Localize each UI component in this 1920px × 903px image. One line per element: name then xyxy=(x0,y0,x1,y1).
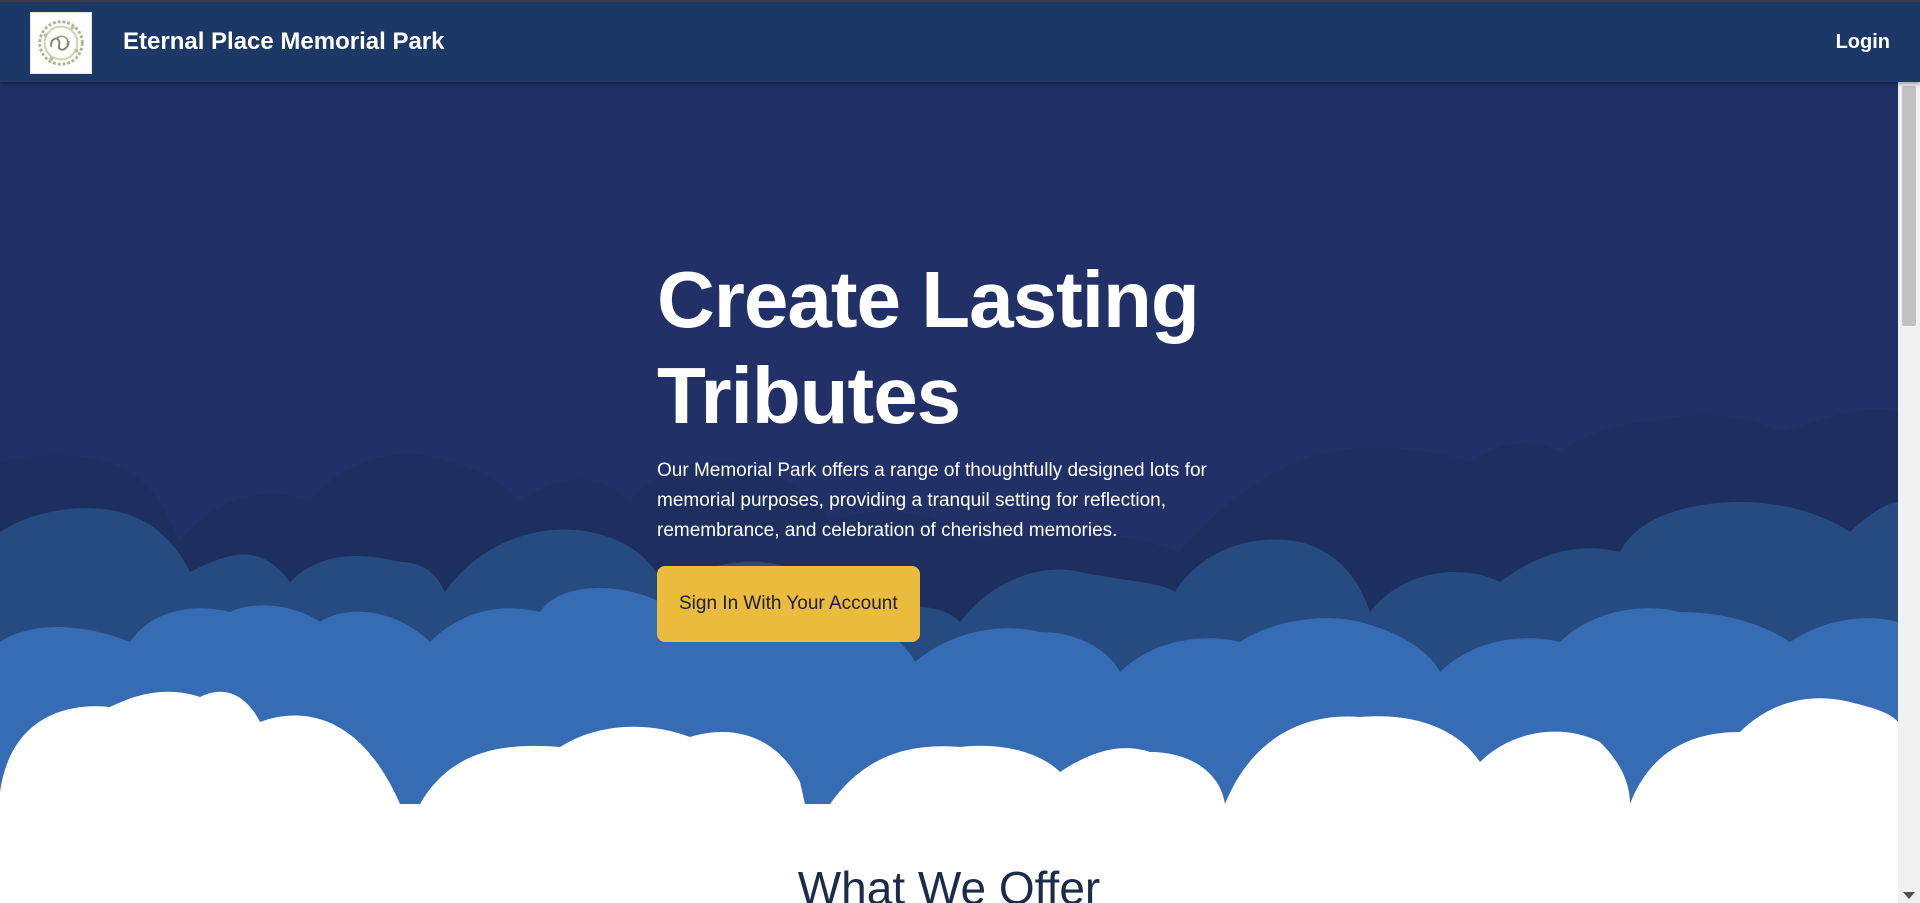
page: Eternal Place Memorial Park Login Create… xyxy=(0,0,1920,903)
floral-wreath-logo-icon xyxy=(38,20,84,66)
logo[interactable] xyxy=(30,12,92,74)
vertical-scrollbar[interactable] xyxy=(1898,82,1920,903)
hero-content: Create Lasting Tributes Our Memorial Par… xyxy=(657,252,1277,642)
top-navbar: Eternal Place Memorial Park Login xyxy=(0,0,1920,82)
brand-name[interactable]: Eternal Place Memorial Park xyxy=(123,28,445,56)
sign-in-button[interactable]: Sign In With Your Account xyxy=(657,566,920,642)
login-link[interactable]: Login xyxy=(1836,31,1890,54)
hero-section: Create Lasting Tributes Our Memorial Par… xyxy=(0,82,1898,804)
scrollbar-thumb[interactable] xyxy=(1902,86,1916,326)
hero-title: Create Lasting Tributes xyxy=(657,255,1200,440)
hero-description: Our Memorial Park offers a range of thou… xyxy=(657,460,1207,541)
section-title-what-we-offer: What We Offer xyxy=(797,862,1101,903)
scroll-down-arrow-icon[interactable] xyxy=(1903,892,1915,899)
